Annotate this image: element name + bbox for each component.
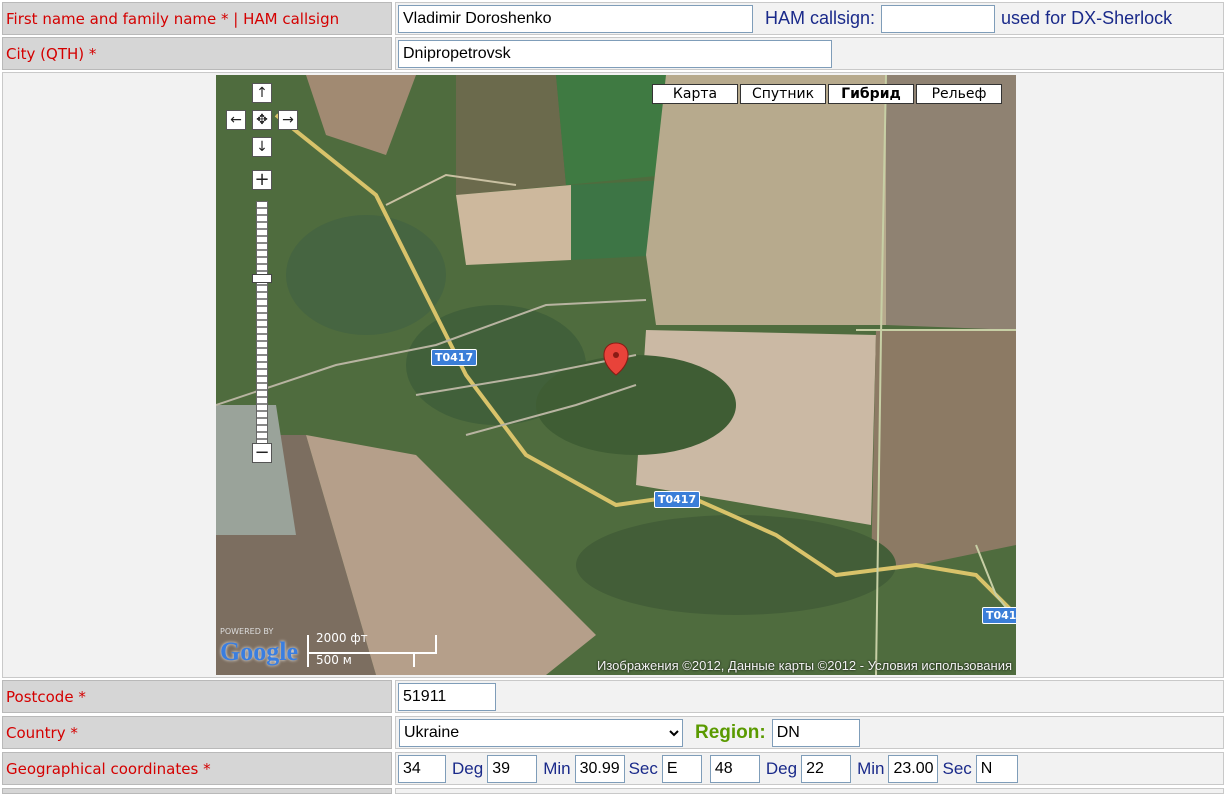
country-label: Country *	[6, 723, 78, 742]
city-label: City (QTH) *	[6, 44, 97, 63]
pan-left-icon[interactable]: ←	[226, 110, 246, 130]
lat-min-input[interactable]	[801, 754, 852, 783]
lat-sec-unit: Sec	[942, 758, 972, 778]
map-type-map-button[interactable]: Карта	[652, 84, 738, 104]
region-label: Region:	[695, 721, 766, 743]
name-value-cell: HAM callsign: used for DX-Sherlock	[395, 2, 1224, 35]
next-value-cell	[395, 788, 1224, 794]
pan-down-icon[interactable]: ↓	[252, 137, 272, 157]
postcode-input[interactable]	[398, 682, 496, 711]
map-canvas[interactable]: T0417 T0417 T0417 Карта Спутник Гибрид Р…	[216, 75, 1016, 675]
satellite-imagery	[216, 75, 1016, 675]
lat-deg-input[interactable]	[709, 754, 760, 783]
lat-min-unit: Min	[857, 758, 885, 778]
lat-deg-unit: Deg	[765, 758, 798, 778]
pan-center-icon[interactable]: ✥	[252, 110, 272, 130]
lon-min-input[interactable]	[487, 754, 538, 783]
lon-sec-input[interactable]	[574, 754, 625, 783]
lat-sec-input[interactable]	[888, 754, 939, 783]
road-label-2: T0417	[654, 491, 701, 508]
postcode-label: Postcode *	[6, 687, 86, 706]
coords-value-cell: Deg Min Sec Deg Min Sec	[395, 752, 1224, 785]
coords-label-cell: Geographical coordinates *	[2, 752, 392, 785]
zoom-out-icon[interactable]: −	[252, 443, 272, 463]
scale-ft-label: 2000 фт	[316, 631, 368, 645]
full-name-input[interactable]	[398, 4, 753, 33]
map-type-bar: Карта Спутник Гибрид Рельеф	[652, 84, 1004, 104]
powered-by-text: POWERED BY	[220, 627, 274, 636]
map-type-satellite-button[interactable]: Спутник	[740, 84, 826, 104]
pan-up-icon[interactable]: ↑	[252, 83, 272, 103]
zoom-slider-knob[interactable]	[252, 274, 272, 283]
next-label-cell	[2, 788, 392, 794]
scale-m-label: 500 м	[316, 653, 352, 667]
postcode-value-cell	[395, 680, 1224, 713]
name-label: First name and family name * | HAM calls…	[6, 9, 340, 28]
lon-deg-unit: Deg	[452, 758, 484, 778]
road-label-1: T0417	[431, 349, 478, 366]
lat-dir-input[interactable]	[975, 754, 1018, 783]
coords-label: Geographical coordinates *	[6, 759, 211, 778]
map-type-terrain-button[interactable]: Рельеф	[916, 84, 1002, 104]
callsign-note: used for DX-Sherlock	[1001, 8, 1173, 28]
road-label-3: T0417	[982, 607, 1016, 624]
google-logo: Google	[220, 637, 298, 666]
zoom-slider-track[interactable]	[256, 201, 268, 445]
city-value-cell	[395, 37, 1224, 70]
lon-deg-input[interactable]	[398, 754, 446, 783]
map-attribution[interactable]: Изображения ©2012, Данные карты ©2012 - …	[597, 658, 1012, 673]
callsign-input[interactable]	[881, 4, 996, 33]
pan-right-icon[interactable]: →	[278, 110, 298, 130]
callsign-label: HAM callsign:	[765, 8, 876, 28]
lon-sec-unit: Sec	[628, 758, 658, 778]
map-type-hybrid-button[interactable]: Гибрид	[828, 84, 914, 104]
lon-dir-input[interactable]	[661, 754, 702, 783]
zoom-in-icon[interactable]: +	[252, 170, 272, 190]
country-label-cell: Country *	[2, 716, 392, 749]
city-label-cell: City (QTH) *	[2, 37, 392, 70]
name-label-cell: First name and family name * | HAM calls…	[2, 2, 392, 35]
country-select[interactable]: Ukraine	[399, 718, 683, 747]
postcode-label-cell: Postcode *	[2, 680, 392, 713]
lon-min-unit: Min	[543, 758, 571, 778]
city-input[interactable]	[398, 39, 832, 68]
map-row: T0417 T0417 T0417 Карта Спутник Гибрид Р…	[2, 72, 1224, 678]
region-input[interactable]	[771, 718, 860, 747]
country-value-cell: Ukraine Region:	[395, 716, 1224, 749]
